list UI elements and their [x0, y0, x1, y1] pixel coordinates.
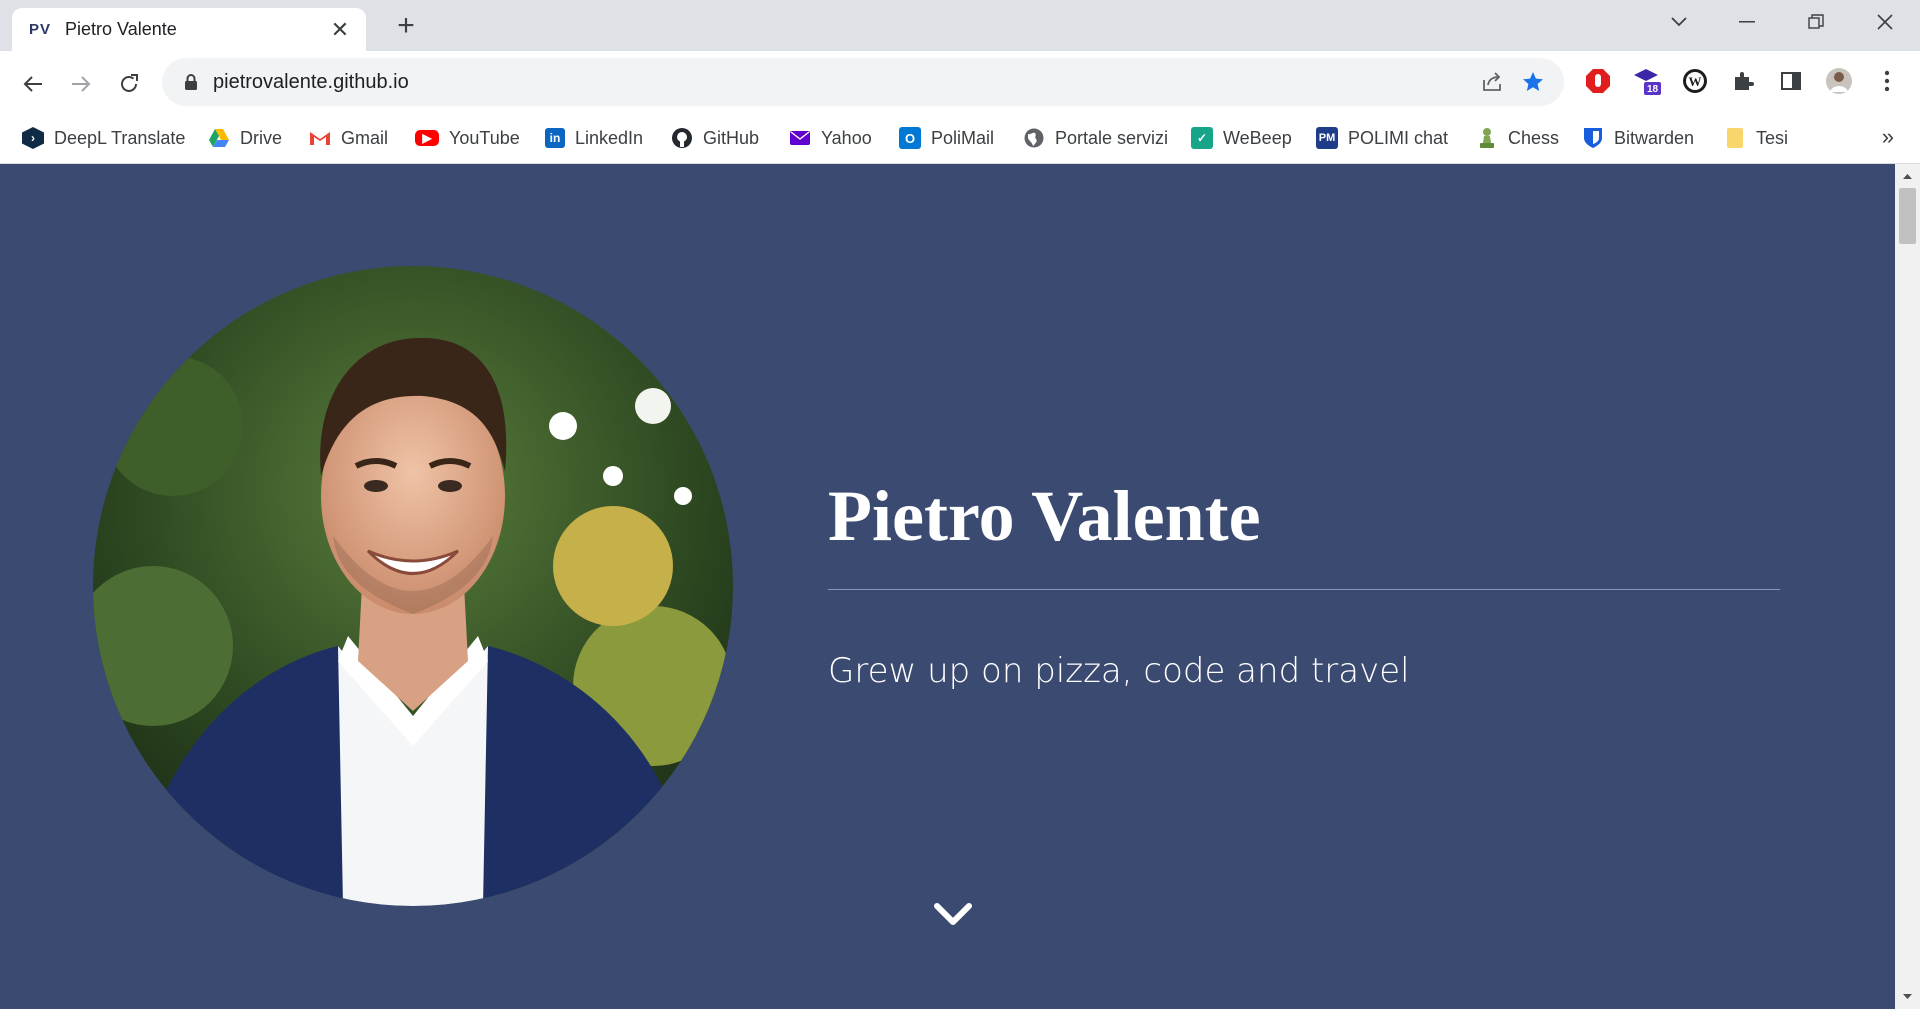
- lock-icon[interactable]: [182, 73, 200, 91]
- bookmark-label: POLIMI chat: [1348, 127, 1449, 148]
- address-bar[interactable]: pietrovalente.github.io: [162, 58, 1564, 106]
- bookmark-label: Drive: [240, 127, 283, 148]
- bookmark-tesi[interactable]: Tesi: [1724, 124, 1788, 152]
- drive-icon: [208, 127, 230, 149]
- minimize-button[interactable]: [1719, 0, 1775, 43]
- bookmark-label: GitHub: [703, 127, 760, 148]
- profile-photo: [93, 266, 733, 906]
- linkedin-icon: in: [545, 128, 565, 148]
- bookmark-yahoo[interactable]: Yahoo: [789, 124, 872, 152]
- chess-pawn-icon: [1476, 127, 1498, 149]
- polimi-icon: PM: [1316, 127, 1338, 149]
- page-scrollbar[interactable]: [1895, 164, 1920, 1009]
- bookmark-label: PoliMail: [931, 127, 995, 148]
- scroll-down-arrow-icon[interactable]: [1901, 990, 1914, 1003]
- gmail-icon: [309, 127, 331, 149]
- extension-badge: 18: [1647, 84, 1659, 95]
- outlook-icon: O: [899, 127, 921, 149]
- bitwarden-icon: [1582, 127, 1604, 149]
- bookmark-label: WeBeep: [1223, 127, 1292, 148]
- bookmark-drive[interactable]: Drive: [208, 124, 282, 152]
- tab-strip: PV Pietro Valente ✕ +: [0, 0, 1920, 51]
- tab-search-icon[interactable]: [1651, 0, 1707, 43]
- close-window-button[interactable]: [1857, 0, 1913, 43]
- svg-text:W: W: [1689, 74, 1702, 89]
- bookmark-label: Gmail: [341, 127, 389, 148]
- site-favicon-icon: PV: [29, 21, 52, 38]
- chevron-down-icon[interactable]: [932, 900, 974, 930]
- reload-icon[interactable]: [112, 67, 146, 101]
- puzzle-extensions-icon[interactable]: [1728, 66, 1758, 96]
- bookmark-label: Portale servizi: [1055, 127, 1169, 148]
- bookmark-label: Yahoo: [821, 127, 872, 148]
- forward-arrow-icon[interactable]: [64, 67, 98, 101]
- folder-icon: [1724, 127, 1746, 149]
- wordpress-extension-icon[interactable]: W: [1680, 66, 1710, 96]
- github-icon: [671, 127, 693, 149]
- side-panel-icon[interactable]: [1776, 66, 1806, 96]
- bookmark-github[interactable]: GitHub: [671, 124, 759, 152]
- page-hero: Pietro Valente Grew up on pizza, code an…: [0, 164, 1895, 1009]
- bookmark-star-icon[interactable]: [1519, 68, 1547, 96]
- tab-title: Pietro Valente: [65, 19, 177, 39]
- youtube-icon: ▶: [415, 130, 439, 146]
- bookmark-label: Bitwarden: [1614, 127, 1695, 148]
- scroll-up-arrow-icon[interactable]: [1901, 170, 1914, 183]
- restore-button[interactable]: [1788, 0, 1844, 43]
- bookmark-linkedin[interactable]: in LinkedIn: [545, 124, 643, 152]
- webeep-check-icon: ✓: [1191, 127, 1213, 149]
- bookmark-webeep[interactable]: ✓ WeBeep: [1191, 124, 1292, 152]
- scrollbar-thumb[interactable]: [1899, 188, 1916, 244]
- bookmarks-bar: › DeepL Translate Drive Gmail ▶ YouTube …: [0, 114, 1920, 164]
- bookmark-polimi-chat[interactable]: PM POLIMI chat: [1316, 124, 1448, 152]
- bookmark-label: DeepL Translate: [54, 127, 186, 148]
- more-menu-icon[interactable]: [1872, 66, 1902, 96]
- close-tab-icon[interactable]: ✕: [326, 16, 354, 44]
- new-tab-button[interactable]: +: [390, 9, 422, 42]
- url-text[interactable]: pietrovalente.github.io: [213, 58, 409, 106]
- bookmark-gmail[interactable]: Gmail: [309, 124, 388, 152]
- share-icon[interactable]: [1478, 68, 1506, 96]
- bookmark-chess[interactable]: Chess: [1476, 124, 1559, 152]
- bookmark-deepl[interactable]: › DeepL Translate: [22, 124, 185, 152]
- deepl-icon: ›: [22, 127, 44, 149]
- hero-tagline: Grew up on pizza, code and travel: [828, 651, 1410, 691]
- browser-toolbar: pietrovalente.github.io 18 W: [0, 51, 1920, 114]
- bookmark-bitwarden[interactable]: Bitwarden: [1582, 124, 1694, 152]
- globe-icon: [1023, 127, 1045, 149]
- back-arrow-icon[interactable]: [16, 67, 50, 101]
- bookmark-polimail[interactable]: O PoliMail: [899, 124, 994, 152]
- title-divider: [828, 589, 1780, 590]
- bookmark-portale-servizi[interactable]: Portale servizi: [1023, 124, 1168, 152]
- bookmark-label: Tesi: [1756, 127, 1789, 148]
- yahoo-mail-icon: [789, 127, 811, 149]
- adblock-extension-icon[interactable]: [1583, 66, 1613, 96]
- graduation-cap-extension-icon[interactable]: 18: [1632, 66, 1662, 96]
- profile-avatar[interactable]: [1824, 66, 1854, 96]
- browser-tab[interactable]: PV Pietro Valente ✕: [12, 8, 366, 51]
- page-title: Pietro Valente: [828, 476, 1261, 556]
- bookmark-label: LinkedIn: [575, 127, 644, 148]
- bookmark-youtube[interactable]: ▶ YouTube: [415, 124, 520, 152]
- more-bookmarks-chevron-icon[interactable]: »: [1882, 124, 1894, 150]
- bookmark-label: YouTube: [449, 127, 520, 148]
- bookmark-label: Chess: [1508, 127, 1560, 148]
